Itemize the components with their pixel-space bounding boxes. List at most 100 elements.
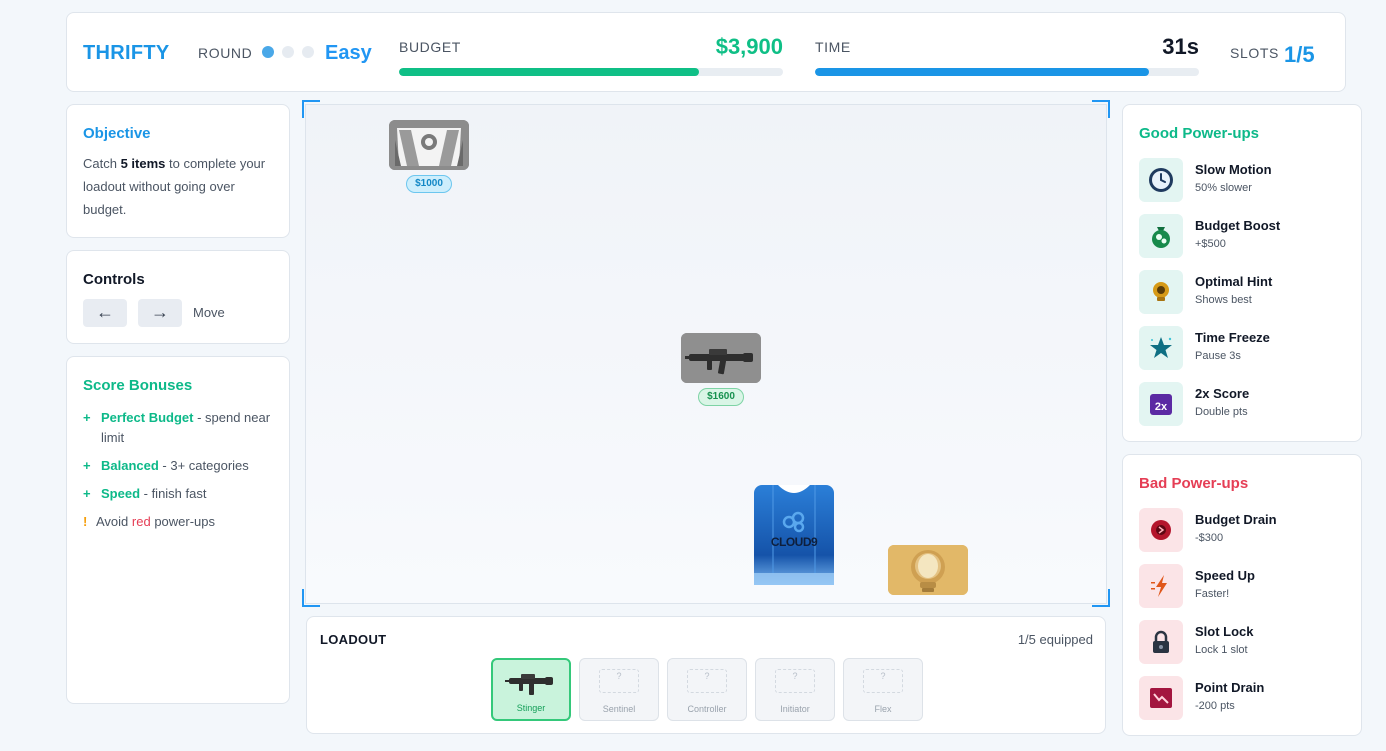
objective-text: Catch 5 items to complete your loadout w… — [83, 152, 273, 221]
bonus-item: + Balanced - 3+ categories — [83, 456, 273, 476]
powerup-desc: Double pts — [1195, 406, 1248, 418]
loadout-title: LOADOUT — [320, 632, 387, 647]
slots-value: 1/5 — [1284, 42, 1315, 67]
right-arrow-key[interactable]: → — [138, 299, 182, 327]
bonus-plus-icon: + — [83, 410, 91, 425]
objective-panel: Objective Catch 5 items to complete your… — [66, 104, 290, 238]
powerup-name: Time Freeze — [1195, 330, 1270, 345]
agent-card-icon — [389, 120, 469, 170]
warning-text-end: power-ups — [150, 514, 216, 529]
objective-item-count: 5 items — [120, 156, 166, 171]
arena-corner-bottom-right — [1092, 589, 1110, 607]
slot-label: Flex — [874, 704, 892, 714]
falling-item-price: $1600 — [698, 388, 744, 406]
bonus-plus-icon: + — [83, 486, 91, 501]
warning-text-start: Avoid — [96, 514, 132, 529]
falling-item-agent-card[interactable] — [389, 120, 469, 170]
powerup-slot-lock: Slot Lock Lock 1 slot — [1139, 620, 1345, 664]
round-label: ROUND — [198, 45, 253, 61]
player-catcher[interactable]: CLOUD9 — [754, 485, 834, 585]
time-label: TIME — [815, 39, 851, 55]
powerup-optimal-hint: Optimal Hint Shows best — [1139, 270, 1345, 314]
powerup-budget-boost: Budget Boost +$500 — [1139, 214, 1345, 258]
move-label: Move — [193, 305, 225, 320]
time-bar-fill — [815, 68, 1150, 76]
drain-icon — [1139, 508, 1183, 552]
game-header: THRIFTY ROUND Easy BUDGET $3,900 TIME 31… — [66, 12, 1346, 92]
bonus-name: Speed — [101, 486, 141, 501]
powerup-name: Point Drain — [1195, 680, 1265, 695]
budget-bar — [399, 68, 783, 76]
smg-icon — [681, 333, 761, 383]
budget-value: $3,900 — [715, 34, 783, 59]
smg-icon — [505, 674, 553, 695]
powerup-desc: Lock 1 slot — [1195, 644, 1248, 656]
loadout-count: 1/5 equipped — [1017, 632, 1093, 647]
powerup-2x-score: 2x 2x Score Double pts — [1139, 382, 1345, 426]
chart-down-icon — [1139, 676, 1183, 720]
loadout-slot-stinger[interactable]: Stinger — [491, 658, 571, 721]
slot-label: Controller — [687, 704, 727, 714]
loadout-slot-controller[interactable]: ? Controller — [667, 658, 747, 721]
powerup-desc: +$500 — [1195, 238, 1226, 250]
warning-text: Avoid red power-ups — [96, 512, 215, 532]
empty-slot-placeholder: ? — [775, 669, 815, 693]
score-bonuses-panel: Score Bonuses + Perfect Budget - spend n… — [66, 356, 290, 704]
good-powerups-panel: Good Power-ups Slow Motion 50% slower Bu… — [1122, 104, 1362, 442]
arena-corner-top-right — [1092, 100, 1110, 118]
powerup-point-drain: Point Drain -200 pts — [1139, 676, 1345, 720]
bonus-plus-icon: + — [83, 458, 91, 473]
difficulty-label: Easy — [325, 42, 372, 64]
round-indicator-2 — [282, 46, 294, 58]
game-logo: THRIFTY — [83, 42, 170, 64]
objective-text-start: Catch — [83, 156, 121, 171]
powerup-name: Budget Boost — [1195, 218, 1281, 233]
powerup-name: 2x Score — [1195, 386, 1250, 401]
time-value: 31s — [1162, 34, 1199, 59]
falling-item-smg[interactable] — [681, 333, 761, 383]
round-indicator-1 — [262, 46, 274, 58]
double-score-icon: 2x — [1139, 382, 1183, 426]
bonus-text: Speed - finish fast — [101, 484, 206, 504]
controls-panel: Controls ← → Move — [66, 250, 290, 344]
falling-powerup-hint[interactable] — [888, 545, 968, 595]
budget-label: BUDGET — [399, 39, 461, 55]
bonus-name: Balanced — [101, 458, 159, 473]
money-bag-icon — [1139, 214, 1183, 258]
loadout-slot-sentinel[interactable]: ? Sentinel — [579, 658, 659, 721]
powerup-time-freeze: Time Freeze Pause 3s — [1139, 326, 1345, 370]
powerup-budget-drain: Budget Drain -$300 — [1139, 508, 1345, 552]
player-card-text: CLOUD9 — [770, 535, 818, 549]
slot-label: Initiator — [780, 704, 810, 714]
bonus-desc: - finish fast — [140, 486, 207, 501]
star-icon — [1139, 326, 1183, 370]
powerup-name: Speed Up — [1195, 568, 1255, 583]
powerup-name: Slow Motion — [1195, 162, 1272, 177]
budget-bar-fill — [399, 68, 699, 76]
objective-title: Objective — [83, 125, 151, 142]
slots-label: SLOTS — [1230, 45, 1279, 61]
powerup-desc: 50% slower — [1195, 182, 1252, 194]
powerup-desc: Shows best — [1195, 294, 1252, 306]
bonus-name: Perfect Budget — [101, 410, 194, 425]
loadout-slot-initiator[interactable]: ? Initiator — [755, 658, 835, 721]
powerup-speed-up: Speed Up Faster! — [1139, 564, 1345, 608]
warning-icon: ! — [83, 514, 88, 529]
bonus-item: + Speed - finish fast — [83, 484, 273, 504]
powerup-name: Slot Lock — [1195, 624, 1254, 639]
bonus-item: + Perfect Budget - spend near limit — [83, 408, 273, 448]
lightbulb-icon — [1139, 270, 1183, 314]
left-arrow-key[interactable]: ← — [83, 299, 127, 327]
lightbulb-icon — [888, 545, 968, 595]
arena-corner-bottom-left — [302, 589, 320, 607]
powerup-desc: -$300 — [1195, 532, 1224, 544]
time-bar — [815, 68, 1199, 76]
controls-title: Controls — [83, 271, 145, 288]
powerup-desc: -200 pts — [1195, 700, 1235, 712]
empty-slot-placeholder: ? — [863, 669, 903, 693]
slot-label: Stinger — [516, 703, 546, 713]
lock-icon — [1139, 620, 1183, 664]
loadout-slot-flex[interactable]: ? Flex — [843, 658, 923, 721]
good-powerups-title: Good Power-ups — [1139, 125, 1259, 142]
clock-icon — [1139, 158, 1183, 202]
